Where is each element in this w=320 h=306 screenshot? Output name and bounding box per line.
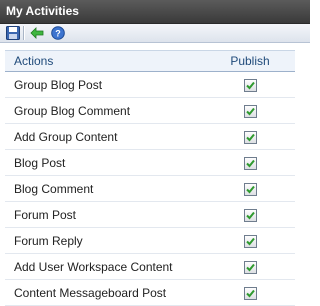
table-row: Blog Post: [5, 150, 295, 176]
back-arrow-icon[interactable]: [29, 25, 45, 41]
publish-cell: [205, 228, 295, 254]
publish-checkbox[interactable]: [243, 182, 257, 196]
publish-column-header[interactable]: Publish: [205, 50, 295, 72]
publish-cell: [205, 280, 295, 306]
activity-label: Content Messageboard Post: [14, 285, 167, 300]
table-row: Forum Post: [5, 202, 295, 228]
publish-checkbox[interactable]: [243, 78, 257, 92]
publish-checkbox[interactable]: [243, 286, 257, 300]
publish-checkbox[interactable]: [243, 156, 257, 170]
activity-label: Blog Post: [14, 155, 66, 170]
publish-cell: [205, 98, 295, 124]
publish-checkbox[interactable]: [243, 260, 257, 274]
window-title: My Activities: [6, 4, 79, 18]
table-row: Add User Workspace Content: [5, 254, 295, 280]
publish-cell: [205, 202, 295, 228]
actions-column-header[interactable]: Actions: [5, 50, 205, 72]
checkmark-icon: [245, 185, 255, 194]
checkmark-icon: [245, 159, 255, 168]
table-row: Group Blog Post: [5, 72, 295, 98]
table-row: Content Messageboard Post: [5, 280, 295, 306]
publish-checkbox[interactable]: [243, 208, 257, 222]
toolbar: ?: [0, 24, 310, 43]
activity-label: Add User Workspace Content: [14, 259, 173, 274]
activity-label: Group Blog Comment: [14, 103, 131, 118]
window-title-bar: My Activities: [0, 0, 310, 24]
save-icon[interactable]: [5, 25, 21, 41]
table-row: Add Group Content: [5, 124, 295, 150]
activity-label: Blog Comment: [14, 181, 94, 196]
publish-checkbox[interactable]: [243, 104, 257, 118]
table-row: Blog Comment: [5, 176, 295, 202]
checkmark-icon: [245, 107, 255, 116]
activity-label: Forum Reply: [14, 233, 83, 248]
toolbar-separator: [23, 26, 25, 40]
checkmark-icon: [245, 263, 255, 272]
activities-table: Actions Publish Group Blog Post Group Blo…: [5, 50, 295, 306]
activity-label: Group Blog Post: [14, 77, 103, 92]
table-row: Group Blog Comment: [5, 98, 295, 124]
publish-cell: [205, 150, 295, 176]
publish-cell: [205, 176, 295, 202]
activity-label: Forum Post: [14, 207, 77, 222]
checkmark-icon: [245, 211, 255, 220]
checkmark-icon: [245, 289, 255, 298]
publish-cell: [205, 254, 295, 280]
svg-text:?: ?: [55, 29, 61, 39]
publish-cell: [205, 72, 295, 98]
checkmark-icon: [245, 237, 255, 246]
publish-cell: [205, 124, 295, 150]
publish-checkbox[interactable]: [243, 234, 257, 248]
help-icon[interactable]: ?: [50, 25, 66, 41]
publish-checkbox[interactable]: [243, 130, 257, 144]
checkmark-icon: [245, 133, 255, 142]
activity-label: Add Group Content: [14, 129, 118, 144]
table-row: Forum Reply: [5, 228, 295, 254]
table-header-row: Actions Publish: [5, 50, 295, 72]
checkmark-icon: [245, 81, 255, 90]
